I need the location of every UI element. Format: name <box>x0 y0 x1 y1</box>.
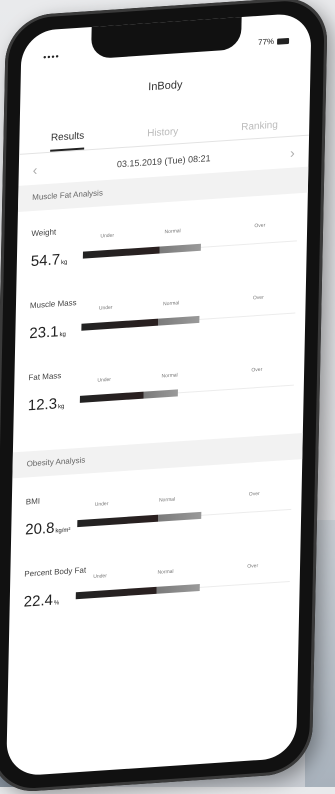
tab-history[interactable]: History <box>147 126 178 145</box>
app-title: InBody <box>148 78 183 94</box>
battery-text: 77% <box>257 36 275 47</box>
tab-ranking[interactable]: Ranking <box>241 120 278 139</box>
metric-value: 12.3kg <box>27 395 65 415</box>
metric-value: 20.8kg/m² <box>25 519 71 539</box>
metric-weight: Weight 54.7kg Under Normal Over <box>31 211 298 270</box>
metric-bmi: BMI 20.8kg/m² Under Normal Over <box>25 480 292 539</box>
metric-scale: Under Normal Over <box>77 491 292 535</box>
metric-scale: Under Normal Over <box>79 367 294 411</box>
chevron-left-icon[interactable]: ‹ <box>33 162 38 178</box>
metric-bar <box>82 243 201 259</box>
section-obesity: Obesity Analysis <box>12 433 303 479</box>
metric-scale: Under Normal Over <box>75 563 290 607</box>
metric-muscle-mass: Muscle Mass 23.1kg Under Normal Over <box>29 283 296 342</box>
chevron-right-icon[interactable]: › <box>290 145 295 161</box>
status-battery: 77% <box>257 36 290 47</box>
metric-scale: Under Normal Over <box>81 295 296 339</box>
metric-value: 22.4% <box>23 591 60 611</box>
metric-bar <box>77 511 202 528</box>
metric-fat-mass: Fat Mass 12.3kg Under Normal Over <box>27 356 295 415</box>
metric-scale: Under Normal Over <box>82 223 297 266</box>
metric-value: 23.1kg <box>29 323 66 343</box>
metric-bar <box>75 583 200 600</box>
tab-results[interactable]: Results <box>50 130 85 152</box>
battery-icon <box>277 37 290 45</box>
phone-device: •••• 77% InBody Results History Ranking … <box>0 0 328 794</box>
metric-bar <box>79 389 179 403</box>
metric-bar <box>81 315 200 331</box>
signal-indicator: •••• <box>43 51 60 63</box>
metric-value: 54.7kg <box>30 251 68 271</box>
metric-percent-body-fat: Percent Body Fat 22.4% Under Normal Over <box>24 552 291 611</box>
date-label: 03.15.2019 (Tue) 08:21 <box>116 153 211 170</box>
phone-screen: •••• 77% InBody Results History Ranking … <box>6 12 312 777</box>
